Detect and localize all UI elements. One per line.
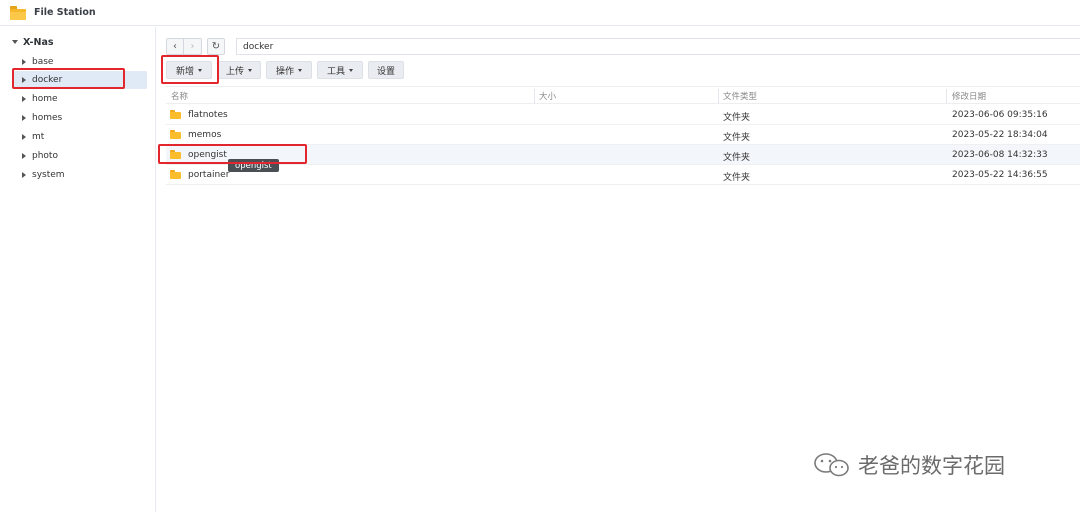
file-modified: 2023-05-22 14:36:55 (952, 170, 1048, 180)
file-type: 文件夹 (723, 153, 751, 163)
file-type: 文件夹 (723, 113, 751, 123)
upload-label: 上传 (226, 66, 245, 77)
path-input[interactable]: docker (236, 38, 1080, 55)
column-header-type[interactable]: 文件类型 (723, 90, 757, 102)
settings-button[interactable]: 设置 (368, 61, 404, 79)
file-modified: 2023-06-08 14:32:33 (952, 150, 1048, 160)
table-row[interactable]: flatnotes 文件夹 2023-06-06 09:35:16 (166, 105, 1080, 125)
caret-right-icon[interactable] (22, 172, 26, 178)
refresh-button[interactable]: ↻ (207, 38, 225, 55)
column-divider[interactable] (718, 89, 719, 103)
caret-right-icon[interactable] (22, 153, 26, 159)
column-header-modified[interactable]: 修改日期 (952, 90, 986, 102)
table-header: 名称 大小 文件类型 修改日期 (166, 86, 1080, 104)
title-bar: File Station (0, 0, 1080, 26)
file-type: 文件夹 (723, 133, 751, 143)
folder-icon (10, 5, 26, 20)
column-header-size[interactable]: 大小 (539, 90, 556, 102)
file-name: flatnotes (188, 110, 228, 120)
file-modified: 2023-06-06 09:35:16 (952, 110, 1048, 120)
tools-label: 工具 (326, 66, 345, 77)
app-title: File Station (34, 7, 96, 18)
sidebar-item-homes[interactable]: homes (12, 109, 147, 127)
path-text: docker (243, 41, 274, 52)
folder-icon (170, 110, 181, 119)
caret-right-icon[interactable] (22, 96, 26, 102)
folder-icon (170, 130, 181, 139)
watermark-text: 老爸的数字花园 (858, 454, 1005, 478)
highlight-box-opengist (158, 144, 307, 164)
caret-down-icon (298, 68, 302, 72)
sidebar-item-mt[interactable]: mt (12, 128, 147, 146)
sidebar-item-photo[interactable]: photo (12, 147, 147, 165)
refresh-icon: ↻ (211, 41, 221, 52)
caret-right-icon[interactable] (22, 115, 26, 121)
caret-right-icon[interactable] (22, 134, 26, 140)
sidebar-item-system[interactable]: system (12, 166, 147, 184)
forward-button[interactable]: › (184, 38, 202, 55)
watermark: 老爸的数字花园 (812, 450, 1005, 480)
tree-root-x-nas[interactable]: X-Nas (12, 35, 54, 49)
chevron-left-icon: ‹ (173, 41, 177, 52)
caret-right-icon[interactable] (22, 59, 26, 65)
sidebar: X-Nas base docker home homes mt photo sy… (0, 27, 156, 512)
column-divider[interactable] (946, 89, 947, 103)
action-label: 操作 (275, 66, 294, 77)
sidebar-item-label: mt (32, 132, 45, 142)
folder-icon (170, 170, 181, 179)
sidebar-item-label: photo (32, 151, 58, 161)
caret-down-icon[interactable] (12, 40, 18, 44)
file-name: memos (188, 130, 222, 140)
tools-button[interactable]: 工具 (317, 61, 363, 79)
sidebar-item-label: base (32, 57, 54, 67)
action-button[interactable]: 操作 (266, 61, 312, 79)
sidebar-item-label: home (32, 94, 58, 104)
upload-button[interactable]: 上传 (217, 61, 261, 79)
highlight-box-create (161, 55, 219, 84)
table-row[interactable]: portainer 文件夹 2023-05-22 14:36:55 (166, 165, 1080, 185)
sidebar-item-label: homes (32, 113, 63, 123)
sidebar-item-label: system (32, 170, 65, 180)
column-header-name[interactable]: 名称 (171, 90, 188, 102)
caret-down-icon (248, 68, 252, 72)
settings-label: 设置 (377, 66, 396, 77)
sidebar-item-home[interactable]: home (12, 90, 147, 108)
tree-root-label: X-Nas (23, 36, 54, 48)
nav-bar: ‹ › ↻ (166, 38, 229, 55)
file-type: 文件夹 (723, 173, 751, 183)
back-button[interactable]: ‹ (166, 38, 184, 55)
chevron-right-icon: › (190, 41, 195, 52)
highlight-box-docker (12, 68, 125, 89)
wechat-icon (814, 453, 849, 477)
file-name: portainer (188, 170, 230, 180)
table-row[interactable]: memos 文件夹 2023-05-22 18:34:04 (166, 125, 1080, 145)
file-modified: 2023-05-22 18:34:04 (952, 130, 1048, 140)
caret-down-icon (349, 68, 353, 72)
column-divider[interactable] (534, 89, 535, 103)
